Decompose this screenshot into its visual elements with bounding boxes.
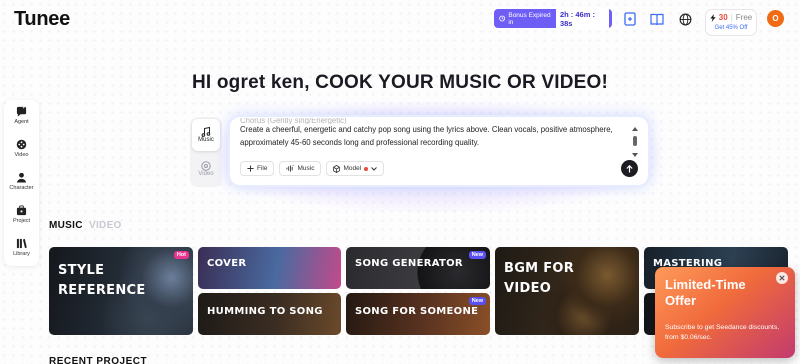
sidebar-item-agent[interactable]: Agent <box>4 106 39 125</box>
promo-description: Subscribe to get Seedance discounts, fro… <box>665 324 780 341</box>
music-note-icon <box>201 127 211 137</box>
plus-icon <box>247 165 254 172</box>
lightning-icon <box>710 13 716 22</box>
share-icon[interactable] <box>622 11 638 27</box>
sidebar-item-label: Character <box>9 185 34 191</box>
file-button[interactable]: File <box>240 161 275 176</box>
project-icon <box>16 205 27 216</box>
clock-icon <box>499 15 506 22</box>
music-button[interactable]: Music <box>279 161 322 176</box>
scroll-thumb[interactable] <box>633 136 637 146</box>
scroll-down-icon[interactable] <box>632 153 638 157</box>
plan-name: Free <box>735 13 753 22</box>
card-style-reference[interactable]: Hot STYLE REFERENCE <box>49 247 193 335</box>
close-icon[interactable] <box>776 272 788 284</box>
video-icon <box>201 161 211 171</box>
card-title: SONG FOR SOMEONE <box>355 306 479 317</box>
tab-music[interactable]: MUSIC <box>49 220 83 231</box>
video-icon <box>16 139 27 150</box>
card-title: HUMMING TO SONG <box>207 306 323 317</box>
status-dot <box>364 166 369 171</box>
card-title-line: VIDEO <box>504 281 552 296</box>
card-humming-to-song[interactable]: HUMMING TO SONG <box>198 293 341 335</box>
cube-icon <box>333 164 341 173</box>
bonus-timer: 2h : 46m : 38s <box>555 7 609 30</box>
prompt-previous-line: Chorus (Gently sing/Energetic) <box>240 118 347 124</box>
sidebar-item-label: Agent <box>14 119 29 125</box>
card-title: STYLE REFERENCE <box>58 261 146 301</box>
card-title-line: STYLE <box>58 263 105 278</box>
tab-video[interactable]: VIDEO <box>89 220 122 231</box>
library-icon <box>16 238 27 249</box>
hot-badge: Hot <box>173 251 189 259</box>
offer-link[interactable]: Get 45% Off <box>706 25 756 31</box>
sidebar-item-label: Library <box>13 251 30 257</box>
music-button-label: Music <box>297 165 315 172</box>
sidebar-item-video[interactable]: Video <box>4 139 39 158</box>
card-title-line: BGM FOR <box>504 261 575 276</box>
file-button-label: File <box>257 165 268 172</box>
mode-label: Music <box>198 137 214 143</box>
mode-switcher: Music Video <box>190 117 222 187</box>
card-title: COVER <box>207 258 247 269</box>
book-icon[interactable] <box>649 11 665 27</box>
bonus-banner[interactable]: Bonus Expired in 2h : 46m : 38s <box>494 7 612 30</box>
card-song-for-someone[interactable]: New SONG FOR SOMEONE <box>346 293 490 335</box>
prompt-composer[interactable]: Chorus (Gently sing/Energetic) Create a … <box>228 115 650 187</box>
card-title: BGM FOR VIDEO <box>504 259 574 299</box>
character-icon <box>16 172 27 183</box>
card-bgm-for-video[interactable]: BGM FOR VIDEO <box>495 247 639 335</box>
arrow-up-icon <box>626 164 633 172</box>
bonus-label: Bonus Expired in <box>508 11 551 26</box>
chevron-down-icon <box>371 166 378 171</box>
promo-title: Limited-Time Offer <box>665 277 746 308</box>
sidebar-item-library[interactable]: Library <box>4 238 39 257</box>
waveform-icon <box>286 165 295 172</box>
sidebar-item-project[interactable]: Project <box>4 205 39 224</box>
card-cover[interactable]: COVER <box>198 247 341 289</box>
mode-music[interactable]: Music <box>192 119 220 151</box>
credits-count: 30 <box>718 13 728 22</box>
sidebar-item-character[interactable]: Character <box>4 172 39 191</box>
plan-badge[interactable]: 30 | Free Get 45% Off <box>705 9 757 36</box>
agent-icon <box>16 106 27 117</box>
globe-icon[interactable] <box>677 11 693 27</box>
page-title: HI ogret ken, COOK YOUR MUSIC OR VIDEO! <box>192 72 608 93</box>
prompt-text: Create a cheerful, energetic and catchy … <box>240 125 613 147</box>
avatar[interactable]: O <box>767 10 784 27</box>
prompt-textarea[interactable]: Chorus (Gently sing/Energetic) Create a … <box>240 118 620 149</box>
sidebar-item-label: Video <box>14 152 29 158</box>
scroll-up-icon[interactable] <box>632 127 638 131</box>
promo-popup[interactable]: Limited-Time Offer Subscribe to get Seed… <box>655 267 795 358</box>
sidebar-item-label: Project <box>12 218 31 224</box>
sidebar: Agent Video Character Project Library <box>4 100 39 266</box>
mode-video[interactable]: Video <box>192 153 220 185</box>
card-title: SONG GENERATOR <box>355 258 463 269</box>
prompt-scrollbar[interactable] <box>632 127 638 157</box>
mode-label: Video <box>198 171 214 177</box>
new-badge: New <box>468 251 486 259</box>
card-song-generator[interactable]: New SONG GENERATOR <box>346 247 490 289</box>
send-button[interactable] <box>621 160 638 177</box>
app-logo[interactable]: Tunee <box>14 8 70 31</box>
new-badge: New <box>468 297 486 305</box>
model-select[interactable]: Model <box>326 161 385 176</box>
model-select-label: Model <box>343 165 362 172</box>
card-title-line: REFERENCE <box>58 283 146 298</box>
recent-project-heading: RECENT PROJECT <box>49 356 148 364</box>
